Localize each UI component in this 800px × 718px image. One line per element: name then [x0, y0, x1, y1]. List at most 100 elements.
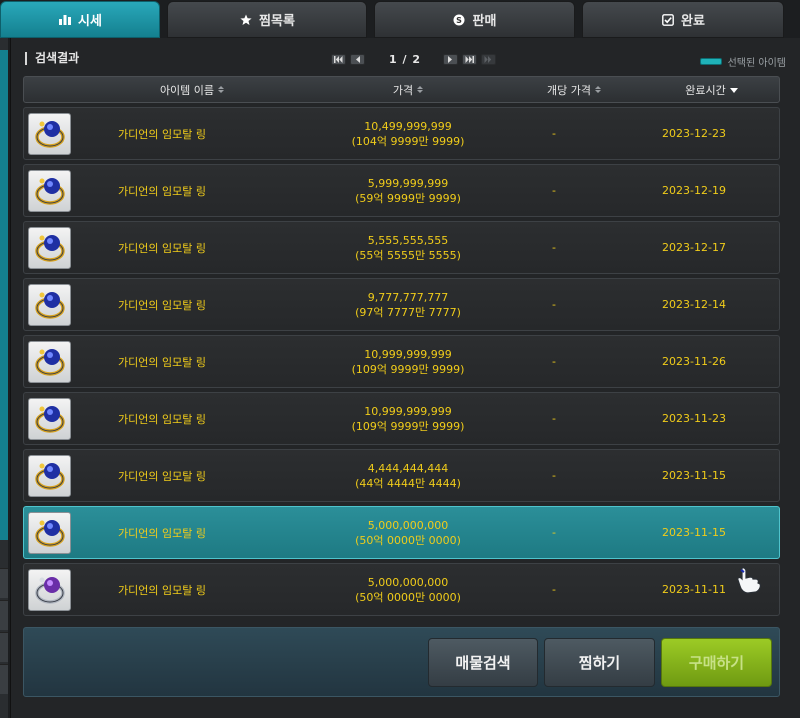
sort-icon	[218, 86, 225, 93]
tab-sell[interactable]: S 판매	[374, 1, 575, 38]
ring-icon	[28, 341, 71, 383]
ring-icon	[28, 284, 71, 326]
ring-icon	[28, 398, 71, 440]
double-chevron-right-icon	[465, 56, 474, 63]
item-name: 가디언의 임모탈 링	[118, 526, 206, 540]
price-value: 10,999,999,999	[364, 347, 452, 361]
price-cell: 5,000,000,000 (50억 0000만 0000)	[308, 564, 508, 615]
svg-text:S: S	[456, 16, 462, 25]
legend-label: 선택된 아이템	[727, 58, 786, 69]
left-strip-tab[interactable]	[0, 664, 8, 694]
left-strip-tab[interactable]	[0, 632, 8, 662]
price-value: 5,000,000,000	[367, 575, 449, 589]
column-header-completed-time[interactable]: 완료시간	[644, 77, 779, 102]
completed-date: 2023-11-15	[662, 469, 726, 482]
chevron-left-icon	[355, 56, 360, 63]
price-cell: 9,777,777,777 (97억 7777만 7777)	[308, 279, 508, 330]
item-name: 가디언의 임모탈 링	[118, 184, 206, 198]
column-header-label: 아이템 이름	[159, 83, 215, 97]
star-icon	[239, 13, 252, 26]
unit-price: -	[552, 355, 556, 368]
search-results-panel: 검색결과 1 / 2 선택된 아이템 아이템 이름 가격 개당 가격 완료시간 …	[10, 38, 800, 718]
column-header-label: 개당 가격	[547, 83, 591, 97]
unit-price: -	[552, 184, 556, 197]
table-row[interactable]: 가디언의 임모탈 링 5,555,555,555 (55억 5555만 5555)…	[23, 221, 780, 274]
unit-price: -	[552, 298, 556, 311]
sort-icon	[417, 86, 424, 93]
last-page-icon	[484, 56, 492, 63]
tab-bar: 시세 찜목록 S 판매 완료	[0, 0, 800, 38]
tab-wishlist[interactable]: 찜목록	[167, 1, 367, 38]
left-strip-tab[interactable]	[0, 568, 8, 598]
unit-price: -	[552, 583, 556, 596]
unit-price: -	[552, 127, 556, 140]
next-page-button[interactable]	[442, 54, 458, 65]
price-korean: (50억 0000만 0000)	[355, 590, 461, 604]
column-header-name[interactable]: 아이템 이름	[72, 77, 312, 102]
column-header-unit-price[interactable]: 개당 가격	[504, 77, 644, 102]
price-value: 10,499,999,999	[364, 119, 452, 133]
price-korean: (109억 9999만 9999)	[351, 362, 465, 376]
sort-desc-icon	[729, 88, 738, 93]
table-row[interactable]: 가디언의 임모탈 링 5,999,999,999 (59억 9999만 9999)…	[23, 164, 780, 217]
buy-button[interactable]: 구매하기	[661, 638, 772, 687]
price-korean: (44억 4444만 4444)	[355, 476, 461, 490]
tab-completed[interactable]: 완료	[582, 1, 784, 38]
table-row[interactable]: 가디언의 임모탈 링 10,999,999,999 (109억 9999만 999…	[23, 392, 780, 445]
item-name: 가디언의 임모탈 링	[118, 241, 206, 255]
item-name: 가디언의 임모탈 링	[118, 127, 206, 141]
action-bar: 매물검색 찜하기 구매하기	[23, 627, 780, 697]
price-value: 5,555,555,555	[367, 233, 449, 247]
column-header-price[interactable]: 가격	[308, 77, 508, 102]
price-cell: 4,444,444,444 (44억 4444만 4444)	[308, 450, 508, 501]
price-value: 4,444,444,444	[367, 461, 449, 475]
table-row-selected[interactable]: 가디언의 임모탈 링 5,000,000,000 (50억 0000만 0000)…	[23, 506, 780, 559]
table-row[interactable]: 가디언의 임모탈 링 4,444,444,444 (44억 4444만 4444)…	[23, 449, 780, 502]
tab-market-price[interactable]: 시세	[0, 1, 160, 38]
price-korean: (97억 7777만 7777)	[355, 305, 461, 319]
completed-date: 2023-12-19	[662, 184, 726, 197]
item-name: 가디언의 임모탈 링	[118, 469, 206, 483]
price-cell: 10,999,999,999 (109억 9999만 9999)	[308, 336, 508, 387]
first-page-button[interactable]	[331, 54, 346, 65]
unit-price: -	[552, 412, 556, 425]
coin-icon: S	[453, 13, 466, 26]
selected-item-legend: 선택된 아이템	[699, 54, 786, 69]
table-row[interactable]: 가디언의 임모탈 링 9,777,777,777 (97억 7777만 7777)…	[23, 278, 780, 331]
ring-icon	[28, 512, 71, 554]
checkbox-icon	[661, 13, 674, 26]
ring-icon	[28, 113, 71, 155]
price-cell: 5,555,555,555 (55억 5555만 5555)	[308, 222, 508, 273]
next-block-button[interactable]	[461, 54, 477, 65]
ring-icon	[28, 569, 71, 611]
legend-swatch	[699, 58, 722, 65]
table-row[interactable]: 가디언의 임모탈 링 10,999,999,999 (109억 9999만 999…	[23, 335, 780, 388]
tab-label: 판매	[472, 14, 497, 29]
item-name: 가디언의 임모탈 링	[118, 355, 206, 369]
column-header-label: 가격	[392, 83, 414, 97]
ring-icon	[28, 227, 71, 269]
pagination: 1 / 2	[331, 53, 500, 66]
unit-price: -	[552, 241, 556, 254]
add-to-wishlist-button[interactable]: 찜하기	[544, 638, 655, 687]
prev-page-button[interactable]	[350, 54, 365, 65]
hand-cursor-icon	[737, 567, 761, 594]
table-row[interactable]: 가디언의 임모탈 링 10,499,999,999 (104억 9999만 999…	[23, 107, 780, 160]
price-korean: (104억 9999만 9999)	[351, 134, 465, 148]
results-title: 검색결과	[25, 52, 79, 65]
price-korean: (50억 0000만 0000)	[355, 533, 461, 547]
price-cell: 10,999,999,999 (109억 9999만 9999)	[308, 393, 508, 444]
unit-price: -	[552, 469, 556, 482]
tab-label: 완료	[681, 14, 705, 29]
completed-date: 2023-12-23	[662, 127, 726, 140]
table-row[interactable]: 가디언의 임모탈 링 5,000,000,000 (50억 0000만 0000)…	[23, 563, 780, 616]
search-listings-button[interactable]: 매물검색	[428, 638, 538, 687]
item-name: 가디언의 임모탈 링	[118, 583, 206, 597]
sort-icon	[594, 86, 601, 93]
chevron-right-icon	[448, 56, 453, 63]
price-cell: 10,499,999,999 (104억 9999만 9999)	[308, 108, 508, 159]
price-korean: (59억 9999만 9999)	[355, 191, 461, 205]
left-strip-tab[interactable]	[0, 600, 8, 630]
last-page-button[interactable]	[480, 54, 496, 65]
price-value: 9,777,777,777	[367, 290, 449, 304]
